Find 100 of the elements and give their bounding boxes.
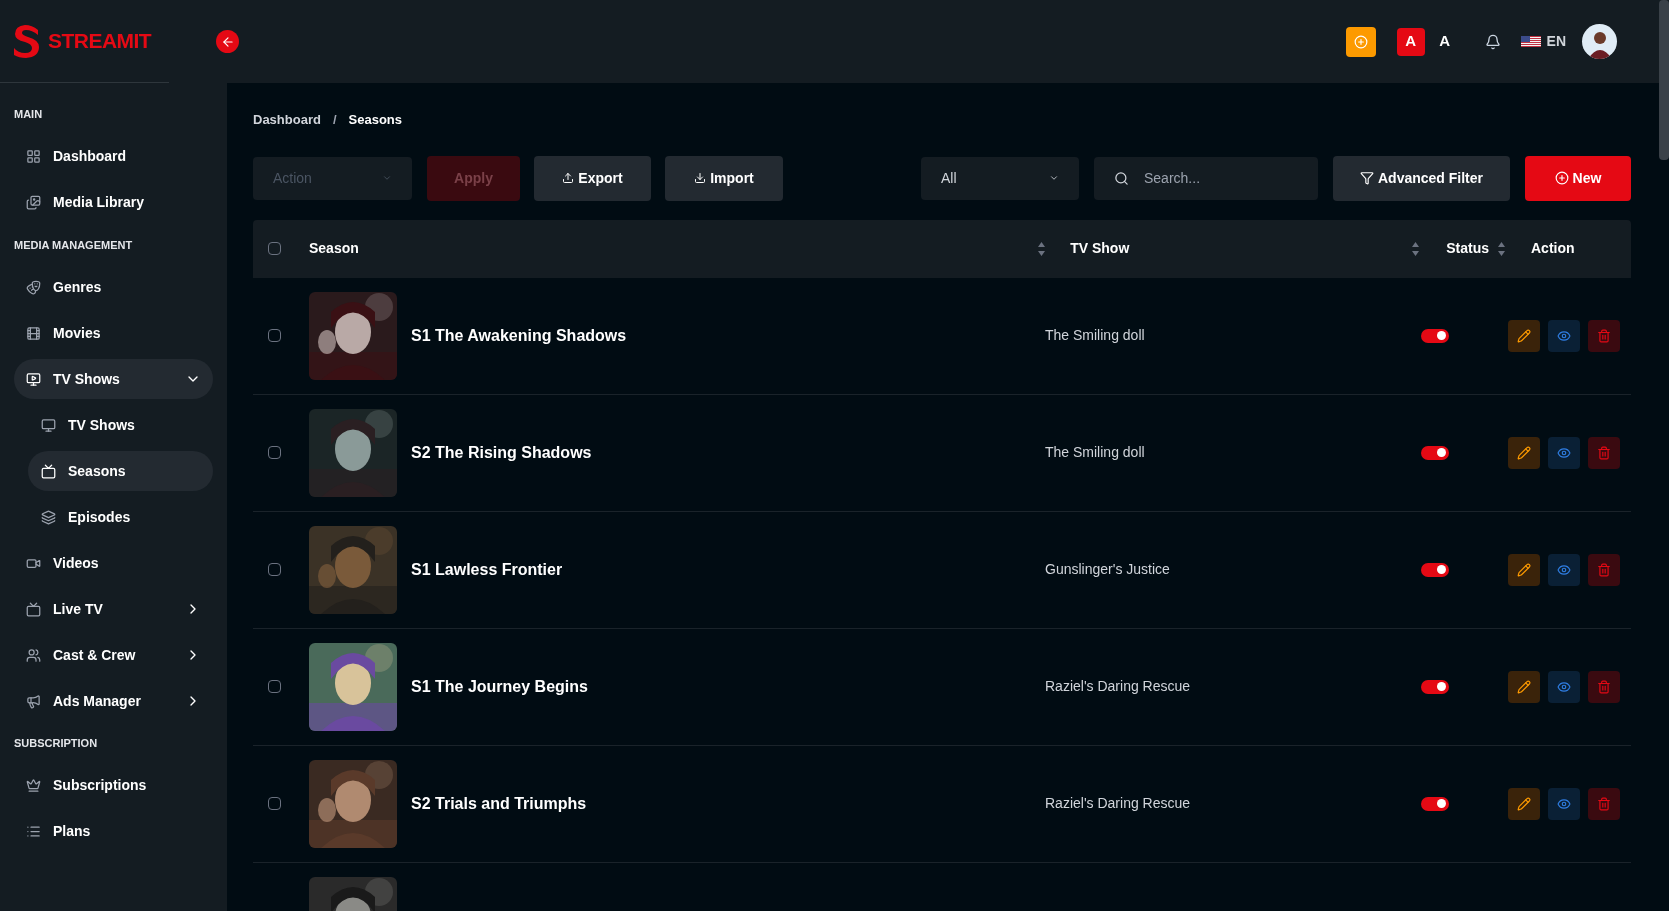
row-checkbox[interactable] <box>268 329 281 342</box>
trash-icon <box>1597 562 1611 577</box>
menu-icon <box>26 279 41 295</box>
sidebar-item[interactable]: Cast & Crew <box>14 635 213 675</box>
status-toggle[interactable] <box>1421 562 1449 577</box>
menu-icon <box>26 601 41 617</box>
sidebar-item[interactable]: Genres <box>14 267 213 307</box>
menu-icon <box>26 824 41 839</box>
filter-icon <box>1360 171 1374 185</box>
submenu-item[interactable]: Seasons <box>28 451 213 491</box>
column-header[interactable]: Action <box>1506 238 1631 259</box>
delete-button[interactable] <box>1588 553 1620 586</box>
row-checkbox[interactable] <box>268 446 281 459</box>
sort-icon[interactable] <box>1411 240 1421 257</box>
view-button[interactable] <box>1548 670 1580 703</box>
select-all-checkbox[interactable] <box>268 242 281 255</box>
view-button[interactable] <box>1548 319 1580 352</box>
submenu-item[interactable]: Episodes <box>28 497 213 537</box>
plus-circle-icon <box>1353 34 1368 49</box>
edit-button[interactable] <box>1508 553 1540 586</box>
font-size-button[interactable]: A <box>1430 27 1459 56</box>
avatar[interactable] <box>1582 24 1617 59</box>
notification-bell-icon[interactable] <box>1484 33 1501 50</box>
season-title: S1 The Journey Begins <box>411 676 589 697</box>
status-toggle[interactable] <box>1421 796 1449 811</box>
eye-icon <box>1557 445 1571 460</box>
font-size-button[interactable]: A <box>1396 27 1425 56</box>
sidebar-item[interactable]: Live TV <box>14 589 213 629</box>
submenu-item[interactable]: TV Shows <box>28 405 213 445</box>
section-title: MEDIA MANAGEMENT <box>14 237 134 253</box>
column-header[interactable]: Season <box>309 238 1038 259</box>
trash-icon <box>1597 328 1611 343</box>
view-button[interactable] <box>1548 436 1580 469</box>
eye-icon <box>1557 328 1571 343</box>
import-button[interactable]: Import <box>665 155 783 201</box>
us-flag-icon[interactable] <box>1520 36 1541 47</box>
menu-icon <box>26 778 41 793</box>
sort-icon[interactable] <box>1497 240 1506 257</box>
logo-icon <box>12 24 40 58</box>
column-header[interactable]: TV Show <box>1046 238 1412 259</box>
breadcrumb-link[interactable]: Dashboard <box>253 110 321 130</box>
pencil-icon <box>1517 679 1531 694</box>
brand-name: STREAMIT <box>48 28 152 55</box>
section-title: MAIN <box>14 107 44 122</box>
language-label[interactable]: EN <box>1546 31 1566 52</box>
view-button[interactable] <box>1548 787 1580 820</box>
delete-button[interactable] <box>1588 787 1620 820</box>
sidebar-item[interactable]: Media Library <box>14 182 213 223</box>
delete-button[interactable] <box>1588 436 1620 469</box>
menu-icon <box>26 371 41 387</box>
download-icon <box>694 172 707 184</box>
section-title: SUBSCRIPTION <box>14 736 99 751</box>
sidebar-item[interactable]: Ads Manager <box>14 681 213 721</box>
edit-button[interactable] <box>1508 787 1540 820</box>
row-checkbox[interactable] <box>268 563 281 576</box>
delete-button[interactable] <box>1588 670 1620 703</box>
status-toggle[interactable] <box>1421 679 1449 694</box>
sidebar-item[interactable]: Dashboard <box>14 136 213 177</box>
new-button[interactable]: New <box>1525 155 1631 201</box>
plus-circle-icon <box>1554 171 1569 185</box>
search-field[interactable]: Search... <box>1094 156 1318 200</box>
filter-select[interactable]: All <box>921 156 1079 200</box>
season-title: S2 Trials and Triumphs <box>411 793 588 814</box>
edit-button[interactable] <box>1508 319 1540 352</box>
column-header[interactable]: Status <box>1420 238 1497 259</box>
edit-button[interactable] <box>1508 436 1540 469</box>
menu-icon <box>26 693 41 709</box>
trash-icon <box>1597 445 1611 460</box>
sort-icon[interactable] <box>1037 240 1047 257</box>
tv-show-name: Raziel's Daring Rescue <box>1044 677 1192 696</box>
breadcrumb-separator: / <box>332 111 337 129</box>
sidebar-item[interactable]: Subscriptions <box>14 765 213 806</box>
pencil-icon <box>1517 562 1531 577</box>
status-toggle[interactable] <box>1421 445 1449 460</box>
trash-icon <box>1597 679 1611 694</box>
view-button[interactable] <box>1548 553 1580 586</box>
caret-icon <box>382 173 392 183</box>
search-icon <box>1114 170 1129 186</box>
edit-button[interactable] <box>1508 670 1540 703</box>
sidebar-item[interactable]: Videos <box>14 543 213 583</box>
pencil-icon <box>1517 445 1531 460</box>
sidebar-item[interactable]: Movies <box>14 313 213 353</box>
delete-button[interactable] <box>1588 319 1620 352</box>
row-checkbox[interactable] <box>268 680 281 693</box>
collapse-sidebar-button[interactable] <box>216 30 239 53</box>
sidebar-item[interactable]: TV Shows <box>14 359 213 399</box>
pencil-icon <box>1517 796 1531 811</box>
row-checkbox[interactable] <box>268 797 281 810</box>
scrollbar[interactable] <box>1659 0 1669 160</box>
breadcrumb-current: Seasons <box>348 111 402 129</box>
pencil-icon <box>1517 328 1531 343</box>
status-toggle[interactable] <box>1421 328 1449 343</box>
add-button[interactable] <box>1345 26 1376 57</box>
sidebar-item[interactable]: Plans <box>14 811 213 852</box>
tv-show-name: Gunslinger's Justice <box>1044 560 1171 579</box>
eye-icon <box>1557 796 1571 811</box>
menu-icon <box>41 417 56 433</box>
advanced-filter-button[interactable]: Advanced Filter <box>1333 155 1510 201</box>
season-title: S1 Lawless Frontier <box>411 559 564 580</box>
export-button[interactable]: Export <box>534 155 651 201</box>
